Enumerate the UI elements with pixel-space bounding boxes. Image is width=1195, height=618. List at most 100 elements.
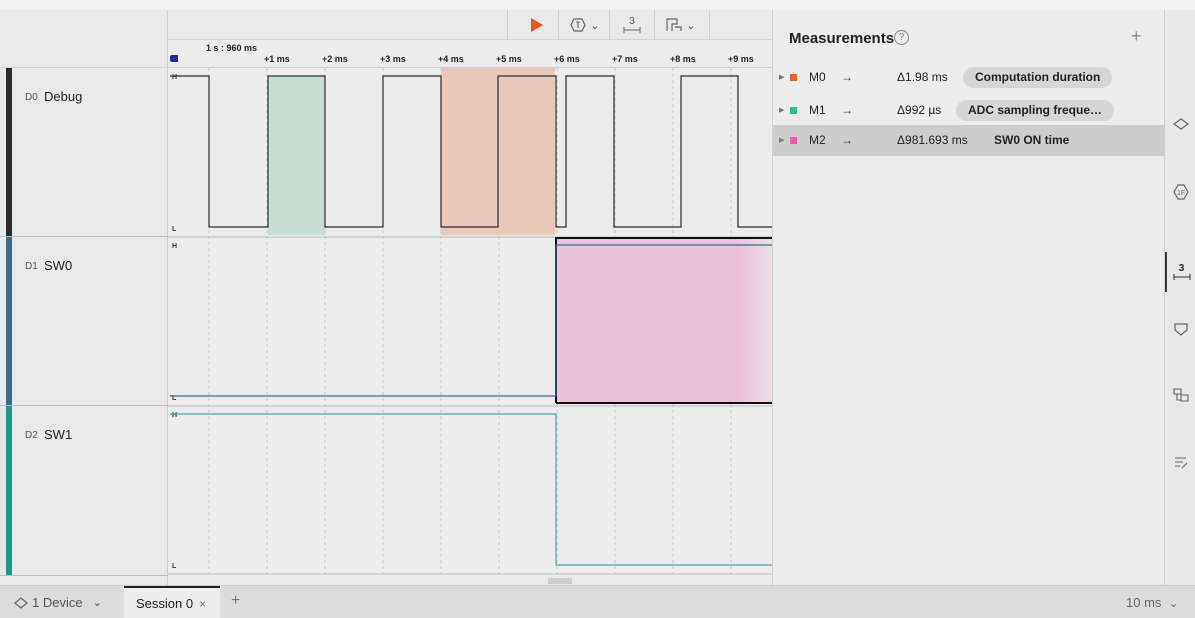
- marker-icon: [1172, 388, 1189, 402]
- measure-tab-button[interactable]: 3: [1165, 252, 1195, 292]
- horizontal-scrollbar-thumb[interactable]: [548, 578, 572, 584]
- trigger-button[interactable]: ⌄: [566, 10, 604, 40]
- channel-row-d2[interactable]: D2 SW1: [0, 406, 168, 576]
- play-icon: [531, 18, 543, 32]
- channel-name[interactable]: Debug: [44, 89, 82, 104]
- expand-caret-icon[interactable]: ▶: [779, 73, 784, 81]
- session-tab-label: Session 0: [136, 596, 194, 611]
- add-measurement-button[interactable]: +: [1131, 26, 1142, 47]
- measurement-row-m1[interactable]: ▶ M1 → Δ992 µs ADC sampling freque…: [773, 95, 1165, 126]
- channel-row-d0[interactable]: D0 Debug: [0, 68, 168, 237]
- top-strip: [0, 0, 1195, 10]
- filter-tab-button[interactable]: [1165, 310, 1195, 350]
- ruler-tick-label: +1 ms: [264, 54, 290, 64]
- chevron-down-icon: ⌄: [590, 19, 600, 32]
- measurement-delta: Δ1.98 ms: [897, 70, 948, 84]
- measurement-row-m0[interactable]: ▶ M0 → Δ1.98 ms Computation duration: [773, 62, 1165, 93]
- add-session-button[interactable]: +: [231, 592, 240, 610]
- measurement-row-m2[interactable]: ▶ M2 → Δ981.693 ms SW0 ON time: [773, 125, 1165, 156]
- expand-caret-icon[interactable]: ▶: [779, 136, 784, 144]
- measure-icon: 3: [1178, 263, 1185, 274]
- chevron-down-icon: ⌄: [92, 597, 102, 609]
- ruler-tick-label: +9 ms: [728, 54, 754, 64]
- toolbar-separator: [609, 10, 610, 40]
- channel-color-bar: [6, 237, 12, 405]
- capture-toolbar: ⌄ 3 ⌄: [168, 10, 772, 40]
- measure-button[interactable]: 3: [616, 10, 648, 40]
- measurement-delta: Δ992 µs: [897, 103, 942, 117]
- bottom-bar: 1 Device ⌄ Session 0 × + 10 ms ⌄: [0, 585, 1195, 618]
- toolbar-separator: [654, 10, 655, 40]
- channel-id: D1: [25, 261, 38, 272]
- toolbar-separator: [709, 10, 710, 40]
- ruler-origin: 1 s : 960 ms: [206, 43, 258, 53]
- measurements-title: Measurements: [789, 30, 895, 47]
- trigger-tab-button[interactable]: 1F: [1165, 172, 1195, 212]
- measurement-name[interactable]: SW0 ON time: [994, 130, 1069, 151]
- measurement-name[interactable]: Computation duration: [963, 67, 1113, 88]
- filter-icon: [1173, 323, 1188, 336]
- ruler-tick-label: +4 ms: [438, 54, 464, 64]
- level-low-label: L: [172, 563, 177, 570]
- channel-name[interactable]: SW0: [44, 258, 72, 273]
- measure-bar-icon: [1173, 274, 1190, 280]
- start-capture-button[interactable]: [524, 10, 550, 40]
- level-high-label: H: [172, 412, 177, 419]
- close-session-button[interactable]: ×: [199, 597, 206, 611]
- waveform-area[interactable]: H L H L H L: [168, 68, 772, 575]
- channel-id: D0: [25, 92, 38, 103]
- measurements-panel: Measurements ? + ▶ M0 → Δ1.98 ms Computa…: [772, 10, 1165, 585]
- zoom-selector[interactable]: 10 ms ⌄: [1126, 595, 1178, 610]
- chevron-down-icon: ⌄: [686, 19, 696, 32]
- goto-arrow-icon[interactable]: →: [841, 70, 853, 84]
- ruler-tick-label: +6 ms: [554, 54, 580, 64]
- goto-arrow-icon[interactable]: →: [841, 133, 853, 147]
- layers-icon: [14, 596, 28, 609]
- measurement-id: M2: [809, 133, 826, 147]
- help-icon[interactable]: ?: [894, 30, 909, 45]
- ruler-tick-label: +3 ms: [380, 54, 406, 64]
- ruler-tick-label: +7 ms: [612, 54, 638, 64]
- toolbar-separator: [507, 10, 508, 40]
- marker-tab-button[interactable]: [1165, 375, 1195, 415]
- ruler-tick-label: +2 ms: [322, 54, 348, 64]
- zoom-value: 10 ms: [1126, 595, 1162, 610]
- ruler-tick-label: +5 ms: [496, 54, 522, 64]
- channel-color-bar: [6, 406, 12, 575]
- measurement-color-swatch: [790, 137, 797, 144]
- measurement-color-swatch: [790, 107, 797, 114]
- measurement-region-m1[interactable]: [268, 76, 325, 235]
- channel-name[interactable]: SW1: [44, 427, 72, 442]
- expand-caret-icon[interactable]: ▶: [779, 106, 784, 114]
- marker-button[interactable]: ⌄: [660, 10, 702, 40]
- level-high-label: H: [172, 74, 177, 81]
- measurement-color-swatch: [790, 74, 797, 81]
- notes-tab-button[interactable]: [1165, 442, 1195, 482]
- device-label: 1 Device: [32, 595, 83, 610]
- channel-list: D0 Debug D1 SW0 D2 SW1: [0, 10, 168, 585]
- measurement-id: M0: [809, 70, 826, 84]
- measurement-name[interactable]: ADC sampling freque…: [956, 100, 1115, 121]
- goto-arrow-icon[interactable]: →: [841, 103, 853, 117]
- channel-list-header: [0, 10, 168, 68]
- measure-bar-icon: [623, 27, 641, 33]
- logic-analyzer-app: D0 Debug D1 SW0 D2 SW1 ⌄ 3 ⌄ 1 s: 960 m…: [0, 0, 1195, 618]
- side-panel-tabs: 1F 3: [1164, 10, 1195, 585]
- level-low-label: L: [172, 226, 177, 233]
- measure-icon: 3: [629, 16, 635, 27]
- trigger-icon: [570, 18, 587, 32]
- channel-row-d1[interactable]: D1 SW0: [0, 237, 168, 406]
- time-ruler[interactable]: 1 s : 960 ms +1 ms +2 ms +3 ms +4 ms +5 …: [168, 40, 772, 68]
- trigger-icon: 1F: [1172, 184, 1189, 200]
- device-tab-button[interactable]: [1165, 104, 1195, 144]
- ruler-start-marker[interactable]: [170, 55, 178, 62]
- toolbar-separator: [558, 10, 559, 40]
- measurement-delta: Δ981.693 ms: [897, 133, 968, 147]
- device-selector[interactable]: 1 Device ⌄: [14, 595, 102, 610]
- session-tab[interactable]: Session 0 ×: [124, 586, 220, 618]
- ruler-tick-label: +8 ms: [670, 54, 696, 64]
- channel-color-bar: [6, 68, 12, 236]
- layers-icon: [1172, 118, 1189, 130]
- channel-id: D2: [25, 430, 38, 441]
- measurement-region-m2[interactable]: [556, 238, 772, 403]
